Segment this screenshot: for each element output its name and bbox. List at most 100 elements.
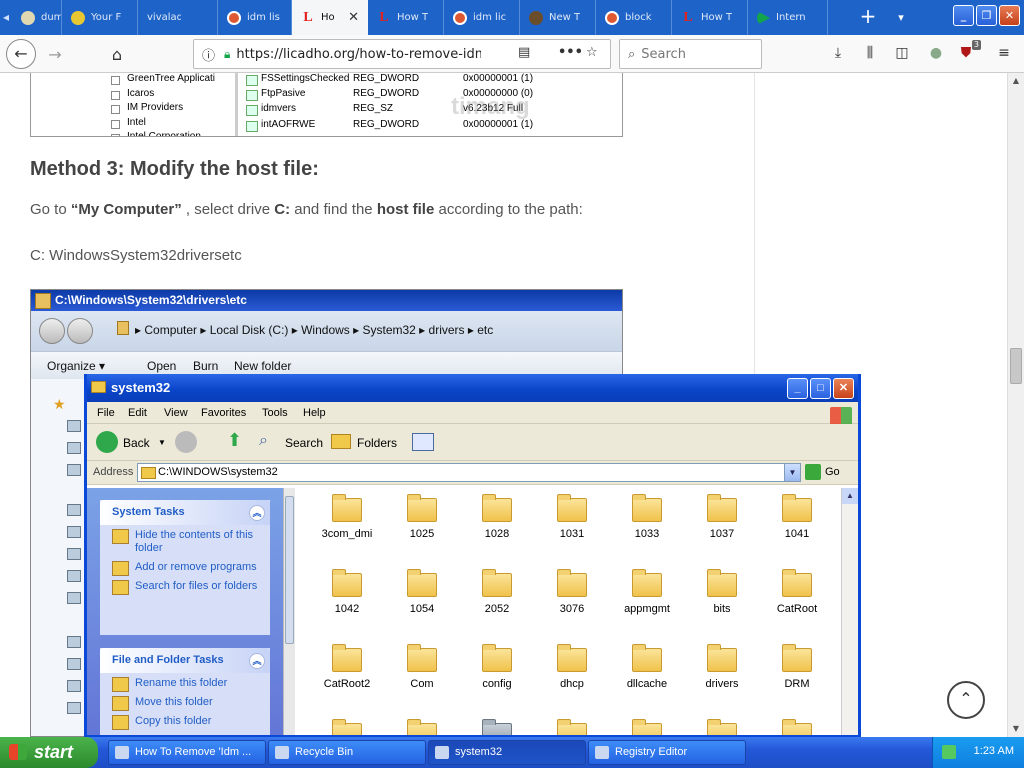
new-tab-icon[interactable]: + xyxy=(857,0,879,35)
para-bold-drive: C: xyxy=(274,201,291,218)
xp-address-field: C:\WINDOWS\system32 ▼ xyxy=(137,463,801,482)
url-text[interactable]: https://licadho.org/how-to-remove-idm-f xyxy=(236,47,481,62)
tab[interactable]: Your F xyxy=(62,0,138,35)
tab[interactable]: Intern xyxy=(748,0,828,35)
restore-button[interactable]: ❐ xyxy=(976,5,997,26)
close-tab-icon[interactable]: ✕ xyxy=(348,10,359,25)
scroll-to-top-button[interactable]: ⌃ xyxy=(947,681,985,719)
close-window-button[interactable]: ✕ xyxy=(999,5,1020,26)
tab[interactable]: New T xyxy=(520,0,596,35)
folder-icon xyxy=(407,569,437,597)
tab-scroll-left-icon[interactable]: ◂ xyxy=(0,0,12,35)
tab[interactable]: idm lic xyxy=(444,0,520,35)
scroll-down-icon[interactable]: ▼ xyxy=(1008,721,1024,737)
xp-files-scrollbar: ▲ xyxy=(841,488,858,735)
search-input[interactable]: ⌕ Search xyxy=(619,39,762,69)
registry-tree-item: Icaros xyxy=(35,88,235,103)
xp-standard-toolbar: Back ▼ ⬆ ⌕ Search Folders xyxy=(87,424,858,461)
page-actions-icon[interactable]: ••• xyxy=(558,45,583,60)
tab-label: dum xyxy=(41,12,61,23)
nav-item-icon xyxy=(67,592,81,604)
folder-icon xyxy=(332,644,362,672)
sidebar-icon[interactable]: ◫ xyxy=(892,43,912,63)
lock-icon: 🔒︎ xyxy=(224,46,231,61)
system32-title-bar: system32 _ □ ✕ xyxy=(87,374,858,402)
folder-icon xyxy=(782,719,812,735)
xp-search-label: Search xyxy=(285,436,324,450)
downloads-icon[interactable]: ⤓ xyxy=(828,43,848,63)
info-icon[interactable]: ⓘ xyxy=(202,45,215,64)
bookmark-star-icon[interactable]: ☆ xyxy=(586,45,598,60)
bug-favicon-icon xyxy=(529,10,543,25)
taskbar-item-firefox[interactable]: How To Remove 'Idm ... xyxy=(108,740,266,765)
menu-icon[interactable]: ≡ xyxy=(994,43,1014,63)
tab[interactable]: vivalado xyxy=(138,0,218,35)
system-tasks-title: System Tasks xyxy=(112,506,185,518)
ublock-icon[interactable]: ⛊ 3 xyxy=(956,40,981,63)
xp-menu-bar: File Edit View Favorites Tools Help xyxy=(87,402,858,425)
tab[interactable]: dum xyxy=(12,0,62,35)
page-scrollbar[interactable]: ▲ ▼ xyxy=(1007,73,1024,737)
tab-label: vivalado xyxy=(147,12,181,23)
registry-value-icon xyxy=(246,90,258,102)
favorites-star-icon: ★ xyxy=(53,396,66,412)
play-favicon-icon xyxy=(757,10,770,25)
folder-label: 3076 xyxy=(559,603,585,615)
folder-label: 1054 xyxy=(409,603,435,615)
folder-icon xyxy=(407,719,437,735)
extension-icon[interactable]: ● xyxy=(926,43,946,63)
folder-icon xyxy=(407,494,437,522)
library-icon[interactable]: ⫼ xyxy=(860,43,880,63)
xp-minimize-icon: _ xyxy=(787,378,808,399)
taskbar-item-registry-editor[interactable]: Registry Editor xyxy=(588,740,746,765)
taskbar-item-recycle-bin[interactable]: Recycle Bin xyxy=(268,740,426,765)
tab[interactable]: L How T xyxy=(672,0,748,35)
taskbar-item-system32[interactable]: system32 xyxy=(428,740,586,765)
scrollbar-thumb[interactable] xyxy=(1010,348,1022,384)
folder-item: 1031 xyxy=(537,494,607,540)
tray-network-icon[interactable] xyxy=(942,745,956,759)
etc-window-title: C:\Windows\System32\drivers\etc xyxy=(31,290,622,311)
registry-value-row: FSSettingsChecked REG_DWORD 0x00000001 (1) xyxy=(241,73,621,88)
xp-folders-label: Folders xyxy=(357,436,398,450)
scroll-up-icon[interactable]: ▲ xyxy=(1008,73,1024,89)
folder-icon xyxy=(332,494,362,522)
xp-menu-file: File xyxy=(97,407,115,419)
folder-item xyxy=(537,719,607,735)
folder-icon xyxy=(707,494,737,522)
folder-icon xyxy=(332,719,362,735)
registry-value-type: REG_DWORD xyxy=(353,88,420,100)
tab-list-chevron-icon[interactable]: ▾ xyxy=(892,0,910,35)
folder-icon xyxy=(557,494,587,522)
folder-icon xyxy=(557,569,587,597)
registry-value-name: idmvers xyxy=(261,103,297,115)
tab-active[interactable]: L Ho ✕ xyxy=(292,0,368,35)
registry-value-data: 0x00000001 (1) xyxy=(463,73,534,84)
registry-value-icon xyxy=(246,75,258,86)
tab[interactable]: L How T xyxy=(368,0,444,35)
reader-view-icon[interactable]: ▤ xyxy=(518,45,530,60)
folder-icon xyxy=(482,569,512,597)
tab[interactable]: block xyxy=(596,0,672,35)
forward-button[interactable]: → xyxy=(40,39,70,69)
nav-item-icon xyxy=(67,680,81,692)
nav-item-icon xyxy=(67,464,81,476)
back-button[interactable]: ← xyxy=(6,39,36,69)
folder-icon xyxy=(782,644,812,672)
xp-menu-edit: Edit xyxy=(128,407,147,419)
para-text: Go to xyxy=(30,201,71,218)
search-placeholder: Search xyxy=(641,46,686,62)
folder-label: 1028 xyxy=(484,528,510,540)
folder-label: 1037 xyxy=(709,528,735,540)
minimize-button[interactable]: _ xyxy=(953,5,974,26)
registry-tree-item: Intel xyxy=(35,117,235,132)
start-button[interactable]: start xyxy=(0,737,98,768)
folder-item: 2052 xyxy=(462,569,532,615)
folder-icon xyxy=(557,644,587,672)
home-button[interactable]: ⌂ xyxy=(102,39,132,69)
tab[interactable]: idm lis xyxy=(218,0,292,35)
registry-value-name: intAOFRWE xyxy=(261,118,316,130)
url-bar[interactable]: ⓘ 🔒︎ https://licadho.org/how-to-remove-i… xyxy=(193,39,611,69)
file-tasks-header: File and Folder Tasks ︽ xyxy=(100,648,270,673)
xp-address-label: Address xyxy=(93,466,134,478)
